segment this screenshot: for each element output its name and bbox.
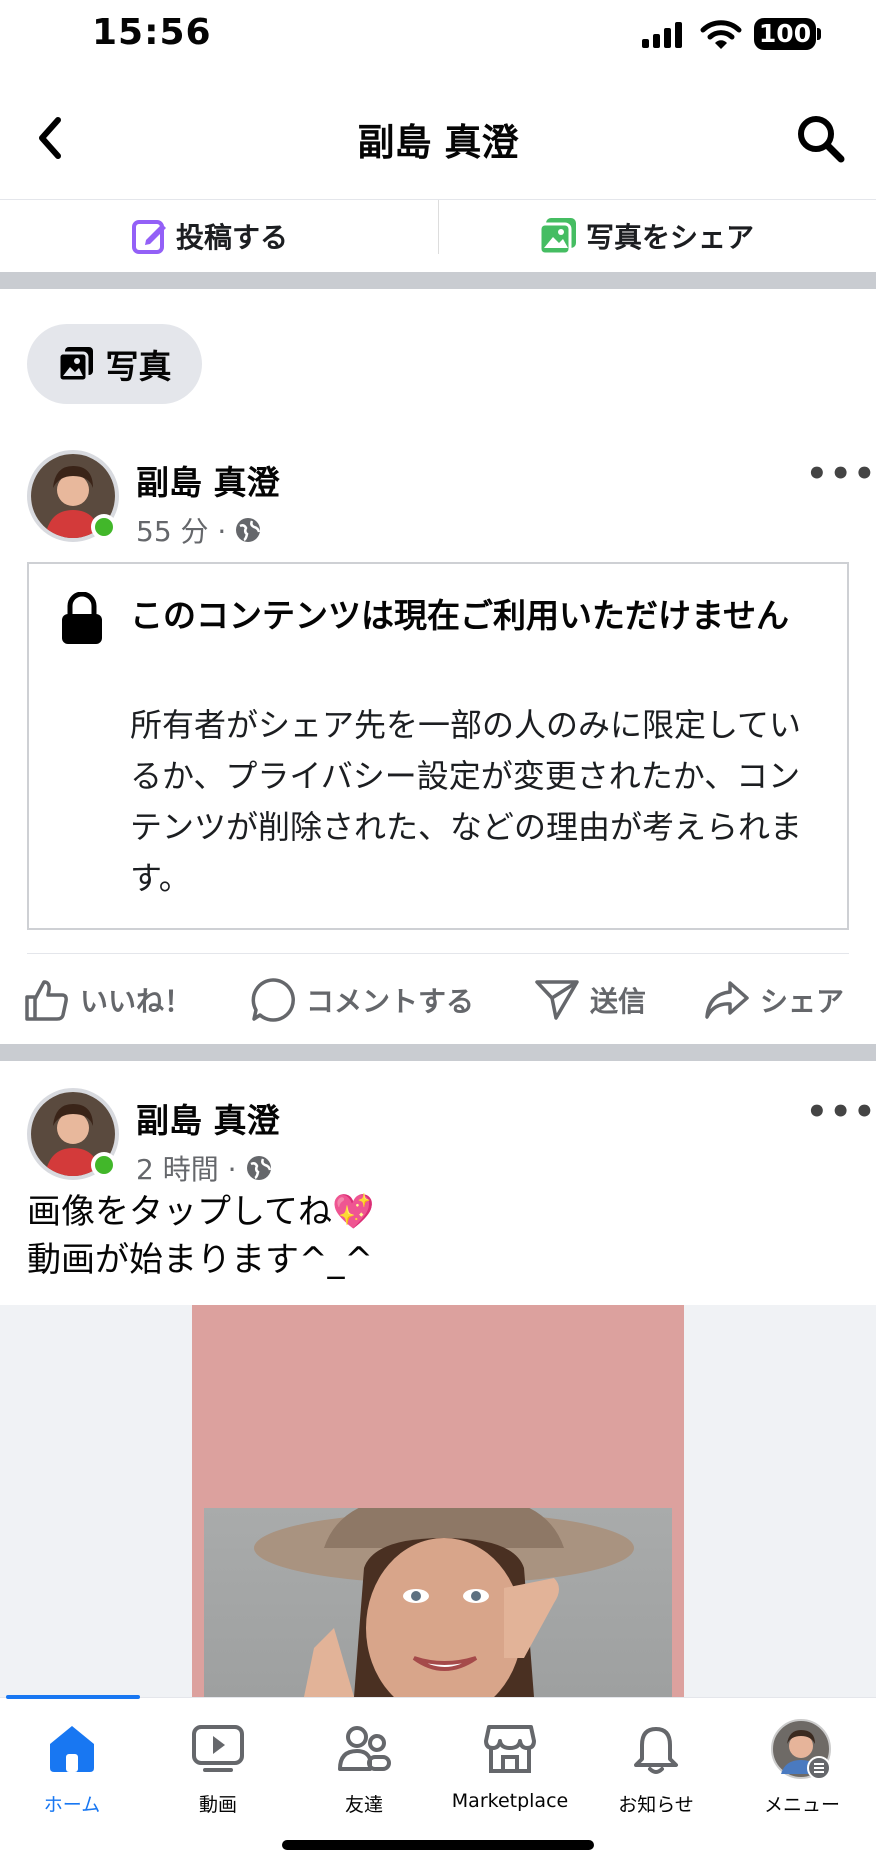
post-separator xyxy=(0,1044,876,1061)
globe-icon xyxy=(236,518,261,542)
tab-label: メニュー xyxy=(763,1794,840,1816)
battery-indicator: 100 xyxy=(754,18,816,50)
like-button[interactable]: いいね！ xyxy=(24,975,192,1025)
tab-home[interactable]: ホーム xyxy=(2,1718,142,1817)
cellular-signal-icon xyxy=(642,22,682,48)
like-label: いいね！ xyxy=(80,985,193,1018)
page-title: 副島 真澄 xyxy=(357,121,519,164)
reactions-divider xyxy=(27,953,849,954)
share-label: シェア xyxy=(760,985,845,1018)
bell-icon xyxy=(634,1727,678,1774)
status-time: 15:56 xyxy=(92,12,212,53)
online-indicator xyxy=(91,514,117,540)
post-time: 55 分 · xyxy=(136,515,227,548)
tab-marketplace[interactable]: Marketplace xyxy=(440,1718,580,1812)
more-options-icon[interactable]: ••• xyxy=(806,454,876,494)
tab-label: お知らせ xyxy=(618,1794,694,1816)
active-tab-indicator xyxy=(6,1695,140,1699)
post-photo[interactable] xyxy=(204,1508,672,1697)
send-button[interactable]: 送信 xyxy=(534,975,646,1025)
home-indicator xyxy=(282,1840,594,1850)
comment-label: コメントする xyxy=(306,985,475,1018)
tab-menu[interactable]: メニュー xyxy=(732,1718,872,1817)
comment-icon xyxy=(251,978,295,1022)
post-time: 2 時間 · xyxy=(136,1153,237,1186)
friends-icon xyxy=(338,1726,391,1771)
tab-label: Marketplace xyxy=(451,1790,569,1812)
tab-notifications[interactable]: お知らせ xyxy=(586,1718,726,1817)
home-icon xyxy=(50,1726,94,1772)
online-indicator xyxy=(91,1152,117,1178)
caption-line: 動画が始まります^_^ xyxy=(27,1240,373,1280)
post-author[interactable]: 副島 真澄 xyxy=(136,456,280,504)
globe-icon xyxy=(246,1156,271,1180)
search-icon[interactable] xyxy=(796,114,846,164)
share-photo-label: 写真をシェア xyxy=(586,221,755,254)
post-author[interactable]: 副島 真澄 xyxy=(136,1094,280,1142)
edit-icon xyxy=(132,220,166,254)
tab-label: ホーム xyxy=(43,1794,101,1816)
send-icon xyxy=(535,980,579,1020)
menu-avatar-icon xyxy=(771,1719,831,1780)
send-label: 送信 xyxy=(590,985,647,1018)
post-meta: 2 時間 · xyxy=(136,1148,273,1188)
wifi-icon xyxy=(700,20,742,49)
share-icon xyxy=(705,981,749,1019)
post-meta: 55 分 · xyxy=(136,510,262,550)
comment-button[interactable]: コメントする xyxy=(250,975,474,1025)
post-button-label: 投稿する xyxy=(176,221,289,254)
more-options-icon[interactable]: ••• xyxy=(806,1092,876,1132)
unavailable-body: 所有者がシェア先を一部の人のみに限定しているか、プライバシー設定が変更されたか、… xyxy=(130,706,803,897)
photos-icon xyxy=(57,347,93,381)
tab-label: 友達 xyxy=(344,1794,383,1816)
caption-line: 画像をタップしてね💖 xyxy=(27,1192,375,1232)
section-separator xyxy=(0,272,876,289)
battery-tip xyxy=(817,28,821,40)
video-icon xyxy=(192,1725,244,1772)
tab-video[interactable]: 動画 xyxy=(148,1718,288,1817)
woman-with-hat-image xyxy=(254,1508,634,1697)
photo-icon xyxy=(540,218,576,254)
post-button[interactable]: 投稿する xyxy=(132,200,288,272)
tab-label: 動画 xyxy=(198,1794,237,1816)
actions-divider xyxy=(438,200,439,254)
like-icon xyxy=(25,980,68,1021)
post-caption: 画像をタップしてね💖 動画が始まります^_^ xyxy=(27,1188,374,1284)
photos-chip-label: 写真 xyxy=(105,347,172,386)
photos-chip[interactable]: 写真 xyxy=(27,324,202,404)
share-photo-button[interactable]: 写真をシェア xyxy=(540,200,754,272)
share-button[interactable]: シェア xyxy=(704,975,844,1025)
tab-friends[interactable]: 友達 xyxy=(294,1718,434,1817)
unavailable-title: このコンテンツは現在ご利用いただけません xyxy=(130,596,790,635)
marketplace-icon xyxy=(484,1725,536,1773)
lock-icon xyxy=(62,592,102,644)
